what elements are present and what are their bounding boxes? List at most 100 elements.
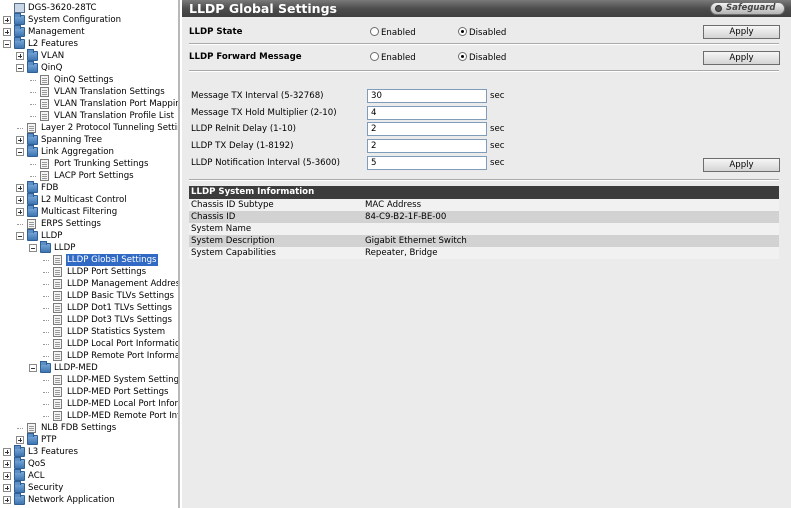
folder-icon <box>14 457 25 469</box>
tree-item-link-aggregation[interactable]: Link Aggregation <box>0 145 178 158</box>
tree-item-lldp-dot3-tlvs-settings[interactable]: LLDP Dot3 TLVs Settings <box>0 314 178 326</box>
expand-icon[interactable] <box>16 136 24 144</box>
tree-connector <box>43 308 49 309</box>
expand-icon[interactable] <box>16 436 24 444</box>
tree-item-lldp-local-port-information[interactable]: LLDP Local Port Information <box>0 338 178 350</box>
tree-item-label: LLDP Port Settings <box>67 267 147 277</box>
tree-item-lldp-dot1-tlvs-settings[interactable]: LLDP Dot1 TLVs Settings <box>0 302 178 314</box>
collapse-icon[interactable] <box>16 232 24 240</box>
collapse-icon[interactable] <box>29 244 37 252</box>
lldp-forward-apply-button[interactable]: Apply <box>703 51 780 65</box>
expand-icon[interactable] <box>16 52 24 60</box>
expand-icon[interactable] <box>3 448 11 456</box>
expand-icon[interactable] <box>3 460 11 468</box>
table-row: System Name <box>189 223 779 235</box>
tree-item-dgs-3620-28tc[interactable]: DGS-3620-28TC <box>0 2 178 14</box>
tree-item-lldp-basic-tlvs-settings[interactable]: LLDP Basic TLVs Settings <box>0 290 178 302</box>
tree-item-lldp-statistics-system[interactable]: LLDP Statistics System <box>0 326 178 338</box>
expand-icon[interactable] <box>3 28 11 36</box>
page-icon <box>53 351 62 361</box>
lldp-state-enabled-radio[interactable] <box>370 27 379 36</box>
folder-icon <box>14 37 25 49</box>
collapse-icon[interactable] <box>3 40 11 48</box>
param-input-lldp-tx-delay-1-8192[interactable] <box>367 139 487 153</box>
safeguard-indicator[interactable]: Safeguard <box>710 2 785 15</box>
tree-item-lldp-med-remote-port-informat[interactable]: LLDP-MED Remote Port Informat <box>0 410 180 422</box>
tree-item-label: L2 Features <box>28 39 78 49</box>
row-key: System Description <box>191 236 275 246</box>
expand-icon[interactable] <box>3 472 11 480</box>
tree-item-lldp-remote-port-information[interactable]: LLDP Remote Port Information <box>0 350 178 362</box>
collapse-icon[interactable] <box>16 64 24 72</box>
expand-icon[interactable] <box>3 484 11 492</box>
tree-connector <box>43 284 49 285</box>
expand-icon[interactable] <box>16 208 24 216</box>
param-input-lldp-notification-interval-5-3600[interactable] <box>367 156 487 170</box>
param-label: Message TX Hold Multiplier (2-10) <box>191 108 337 118</box>
tree-item-ptp[interactable]: PTP <box>0 433 178 446</box>
tree-connector <box>43 296 49 297</box>
collapse-icon[interactable] <box>29 364 37 372</box>
tree-item-lldp-global-settings[interactable]: LLDP Global Settings <box>0 254 178 266</box>
tree-connector <box>43 320 49 321</box>
tree-item-lldp-med[interactable]: LLDP-MED <box>0 361 178 374</box>
tree-item-multicast-filtering[interactable]: Multicast Filtering <box>0 205 178 218</box>
tree-item-lldp-med-local-port-informatio[interactable]: LLDP-MED Local Port Informatio <box>0 398 178 410</box>
tree-item-label: DGS-3620-28TC <box>28 3 97 13</box>
tree-item-management[interactable]: Management <box>0 25 178 38</box>
tree-item-label: LLDP-MED Port Settings <box>67 387 169 397</box>
tree-connector <box>43 260 49 261</box>
tree-item-label: Layer 2 Protocol Tunneling Settings <box>41 123 180 133</box>
folder-icon <box>14 493 25 505</box>
lldp-state-disabled-radio[interactable] <box>458 27 467 36</box>
collapse-icon[interactable] <box>16 148 24 156</box>
tree-item-qinq[interactable]: QinQ <box>0 61 178 74</box>
expand-icon[interactable] <box>16 184 24 192</box>
lldp-state-apply-button[interactable]: Apply <box>703 25 780 39</box>
tree-item-label: VLAN Translation Settings <box>54 87 165 97</box>
expand-icon[interactable] <box>3 16 11 24</box>
tree-item-network-application[interactable]: Network Application <box>0 493 178 506</box>
param-label: LLDP Notification Interval (5-3600) <box>191 158 340 168</box>
safeguard-status-icon <box>715 5 722 12</box>
tree-item-security[interactable]: Security <box>0 481 178 494</box>
divider <box>189 43 779 45</box>
tree-item-lldp-management-address-lis[interactable]: LLDP Management Address Lis <box>0 278 178 290</box>
param-input-lldp-reinit-delay-1-10[interactable] <box>367 122 487 136</box>
expand-icon[interactable] <box>3 496 11 504</box>
lldp-state-disabled-label: Disabled <box>469 28 507 38</box>
tree-item-qos[interactable]: QoS <box>0 457 178 470</box>
tree-item-label: LLDP <box>54 243 76 253</box>
tree-item-lldp[interactable]: LLDP <box>0 229 178 242</box>
tree-item-vlan-translation-port-mapping-se[interactable]: VLAN Translation Port Mapping Se <box>0 98 178 110</box>
tree-item-qinq-settings[interactable]: QinQ Settings <box>0 74 178 86</box>
expand-icon[interactable] <box>16 196 24 204</box>
lldp-forward-disabled-radio[interactable] <box>458 52 467 61</box>
tree-item-label: QoS <box>28 459 46 469</box>
table-row: System Capabilities Repeater, Bridge <box>189 247 779 259</box>
param-unit: sec <box>490 124 505 134</box>
tree-item-lldp[interactable]: LLDP <box>0 241 178 254</box>
folder-icon <box>27 433 38 445</box>
folder-icon <box>14 481 25 493</box>
tree-item-l3-features[interactable]: L3 Features <box>0 445 178 458</box>
row-value: Repeater, Bridge <box>365 248 438 258</box>
tree-item-lldp-med-port-settings[interactable]: LLDP-MED Port Settings <box>0 386 178 398</box>
tree-item-acl[interactable]: ACL <box>0 469 178 482</box>
tree-item-label: L2 Multicast Control <box>41 195 127 205</box>
tree-connector <box>17 128 23 129</box>
tree-item-label: PTP <box>41 435 57 445</box>
row-key: System Name <box>191 224 252 234</box>
param-input-message-tx-interval-5-32768[interactable] <box>367 89 487 103</box>
tree-item-label: LLDP-MED Remote Port Informat <box>67 411 180 421</box>
lldp-forward-enabled-radio[interactable] <box>370 52 379 61</box>
tree-item-lldp-port-settings[interactable]: LLDP Port Settings <box>0 266 178 278</box>
parameters-apply-button[interactable]: Apply <box>703 158 780 172</box>
param-input-message-tx-hold-multiplier-2-10[interactable] <box>367 106 487 120</box>
system-info-title: LLDP System Information <box>189 186 779 199</box>
tree-item-vlan-translation-profile-list[interactable]: VLAN Translation Profile List <box>0 110 178 122</box>
tree-item-system-configuration[interactable]: System Configuration <box>0 13 178 26</box>
tree-item-port-trunking-settings[interactable]: Port Trunking Settings <box>0 158 178 170</box>
tree-item-lldp-med-system-settings[interactable]: LLDP-MED System Settings <box>0 374 178 386</box>
tree-item-vlan-translation-settings[interactable]: VLAN Translation Settings <box>0 86 178 98</box>
